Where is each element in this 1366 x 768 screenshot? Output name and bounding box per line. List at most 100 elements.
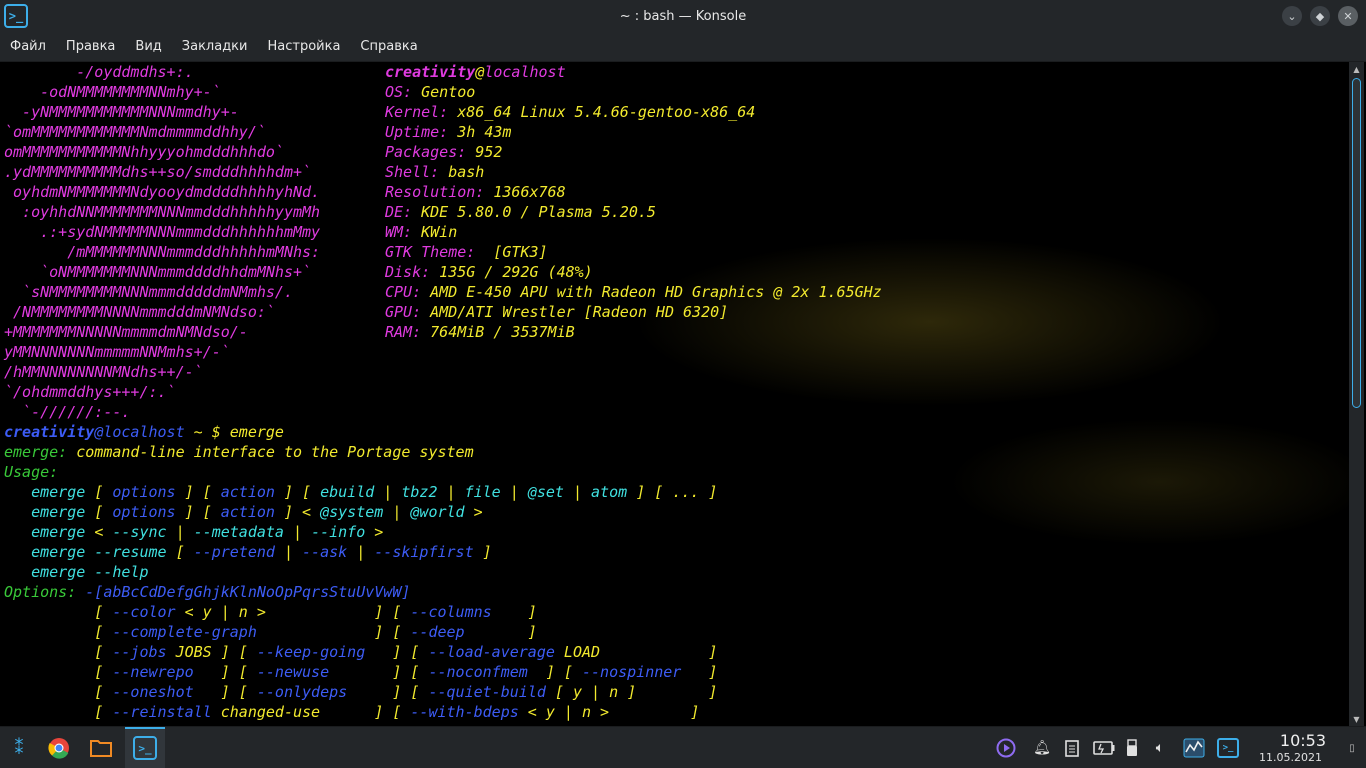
- info-row: GPU: AMD/ATI Wrestler [Radeon HD 6320]: [385, 302, 728, 322]
- menu-file[interactable]: Файл: [3, 39, 53, 54]
- options-line: [ --oneshot ] [ --onlydeps ] [ --quiet-b…: [4, 683, 718, 701]
- info-row: DE: KDE 5.80.0 / Plasma 5.20.5: [385, 202, 656, 222]
- close-button[interactable]: ✕: [1338, 6, 1358, 26]
- usb-icon[interactable]: [1122, 738, 1142, 758]
- emerge-description: command-line interface to the Portage sy…: [67, 443, 474, 461]
- system-monitor-icon[interactable]: [1182, 738, 1206, 758]
- info-key: OS:: [385, 83, 413, 101]
- taskbar: ⁑ >_ 🔔︎ 🔈︎ >_ 10:53 11.05.2021 ▯: [0, 726, 1366, 768]
- info-key: Kernel:: [385, 103, 449, 121]
- info-key: WM:: [385, 223, 413, 241]
- scrollbar-thumb[interactable]: [1352, 78, 1361, 408]
- info-key: RAM:: [385, 323, 422, 341]
- emerge-name: emerge:: [4, 443, 68, 461]
- info-value: 135G / 292G (48%): [430, 263, 593, 281]
- menu-bar: Файл Правка Вид Закладки Настройка Справ…: [0, 32, 1366, 62]
- info-at: @: [475, 63, 485, 81]
- info-key: GPU:: [385, 303, 422, 321]
- options-line: [ --complete-graph ] [ --deep ]: [4, 623, 537, 641]
- logo-line: `-//////:--.: [4, 403, 131, 421]
- info-key: CPU:: [385, 283, 422, 301]
- logo-line: /mMMMMMMNNNmmmdddhhhhhmMNhs:: [4, 243, 321, 261]
- usage-line: emerge < --sync | --metadata | --info >: [4, 523, 384, 541]
- logo-line: `/ohdmmddhys+++/:.`: [4, 383, 176, 401]
- konsole-icon[interactable]: >_: [4, 4, 28, 28]
- info-value: 3h 43m: [448, 123, 512, 141]
- info-row: CPU: AMD E-450 APU with Radeon HD Graphi…: [385, 282, 882, 302]
- scroll-up-icon[interactable]: ▲: [1349, 62, 1364, 76]
- window-title: ~ : bash — Konsole: [619, 8, 747, 24]
- folder-icon[interactable]: [88, 735, 114, 761]
- info-row: Resolution: 1366x768: [385, 182, 566, 202]
- info-row: OS: Gentoo: [385, 82, 475, 102]
- options-flags: -[abBcCdDefgGhjkKlnNoOpPqrsStuUvVwW]: [85, 583, 411, 601]
- media-player-icon[interactable]: [996, 738, 1016, 758]
- info-user: creativity: [385, 63, 476, 81]
- logo-line: /NMMMMMMMMNNNNmmmdddmNMNdso:`: [4, 303, 275, 321]
- clock-date[interactable]: 11.05.2021: [1259, 751, 1322, 764]
- info-row: Packages: 952: [385, 142, 502, 162]
- notifications-icon[interactable]: 🔔︎: [1032, 738, 1052, 758]
- options-line: [ --jobs JOBS ] [ --keep-going ] [ --loa…: [4, 643, 718, 661]
- logo-line: /hMMNNNNNNNNMNdhs++/-`: [4, 363, 203, 381]
- info-row: Shell: bash: [385, 162, 484, 182]
- info-value: 764MiB / 3537MiB: [421, 323, 575, 341]
- usage-line: emerge --help: [4, 563, 149, 581]
- info-value: bash: [439, 163, 485, 181]
- chrome-icon[interactable]: [46, 735, 72, 761]
- prompt-path: ~ $: [184, 423, 230, 441]
- logo-line: yMMNNNNNNNmmmmmNNMmhs+/-`: [4, 343, 230, 361]
- info-key: Uptime:: [385, 123, 449, 141]
- info-row: WM: KWin: [385, 222, 457, 242]
- logo-line: omMMMMMMMMMMMNhhyyyohmdddhhhdo`: [4, 143, 284, 161]
- maximize-button[interactable]: ◆: [1310, 6, 1330, 26]
- info-value: Gentoo: [412, 83, 476, 101]
- info-row: GTK Theme: [GTK3]: [385, 242, 548, 262]
- prompt-command: emerge: [229, 423, 284, 441]
- menu-help[interactable]: Справка: [353, 39, 424, 54]
- menu-edit[interactable]: Правка: [59, 39, 122, 54]
- title-bar[interactable]: >_ ~ : bash — Konsole ⌄ ◆ ✕: [0, 0, 1366, 32]
- info-row: RAM: 764MiB / 3537MiB: [385, 322, 575, 342]
- logo-line: oyhdmNMMMMMMMNdyooydmddddhhhhyhNd.: [4, 183, 321, 201]
- terminal-output[interactable]: -/oyddmdhs+:. -odNMMMMMMMMNNmhy+-` -yNMM…: [0, 62, 1349, 726]
- logo-line: -odNMMMMMMMMNNmhy+-`: [4, 83, 221, 101]
- clipboard-icon[interactable]: [1062, 738, 1082, 758]
- info-value: 1366x768: [484, 183, 566, 201]
- system-tray: 🔔︎ 🔈︎ >_ 10:53 11.05.2021 ▯: [986, 727, 1366, 768]
- logo-line: `sNMMMMMMMMNNNmmmdddddmNMmhs/.: [4, 283, 293, 301]
- logo-line: +MMMMMMMNNNNNmmmmdmNMNdso/-: [4, 323, 248, 341]
- show-desktop-icon[interactable]: ▯: [1342, 738, 1362, 758]
- info-value: KDE 5.80.0 / Plasma 5.20.5: [412, 203, 656, 221]
- options-line: [ --color < y | n > ] [ --columns ]: [4, 603, 537, 621]
- minimize-button[interactable]: ⌄: [1282, 6, 1302, 26]
- active-task-konsole[interactable]: >_: [125, 727, 165, 768]
- menu-settings[interactable]: Настройка: [260, 39, 347, 54]
- application-launcher-icon[interactable]: ⁑: [6, 735, 32, 761]
- usage-line: emerge --resume [ --pretend | --ask | --…: [4, 543, 492, 561]
- info-value: KWin: [412, 223, 458, 241]
- shell-prompt: creativity@localhost ~ $ emerge: [4, 422, 284, 442]
- info-key: GTK Theme:: [385, 243, 476, 261]
- volume-icon[interactable]: 🔈︎: [1150, 738, 1170, 758]
- menu-view[interactable]: Вид: [128, 39, 168, 54]
- logo-line: -yNMMMMMMMMMMMNNNmmdhy+-: [4, 103, 239, 121]
- emerge-description-line: emerge: command-line interface to the Po…: [4, 442, 474, 462]
- terminal-scrollbar[interactable]: ▲ ▼: [1349, 62, 1364, 726]
- window-controls: ⌄ ◆ ✕: [1282, 6, 1358, 26]
- logo-line: -/oyddmdhs+:.: [4, 63, 194, 81]
- clock-time[interactable]: 10:53: [1280, 731, 1326, 750]
- info-row: Uptime: 3h 43m: [385, 122, 511, 142]
- menu-bookmarks[interactable]: Закладки: [175, 39, 255, 54]
- options-line: [ --newrepo ] [ --newuse ] [ --noconfmem…: [4, 663, 718, 681]
- battery-icon[interactable]: [1092, 738, 1116, 758]
- info-key: Resolution:: [385, 183, 485, 201]
- konsole-icon: >_: [133, 736, 157, 760]
- info-value: AMD E-450 APU with Radeon HD Graphics @ …: [421, 283, 882, 301]
- options-label: Options:: [4, 583, 77, 601]
- scroll-down-icon[interactable]: ▼: [1349, 712, 1364, 726]
- logo-line: :oyhhdNNMMMMMMMNNNmmdddhhhhhyymMh: [4, 203, 321, 221]
- usage-label: Usage:: [4, 463, 59, 481]
- info-row: Kernel: x86_64 Linux 5.4.66-gentoo-x86_6…: [385, 102, 755, 122]
- konsole-icon[interactable]: >_: [1216, 738, 1240, 758]
